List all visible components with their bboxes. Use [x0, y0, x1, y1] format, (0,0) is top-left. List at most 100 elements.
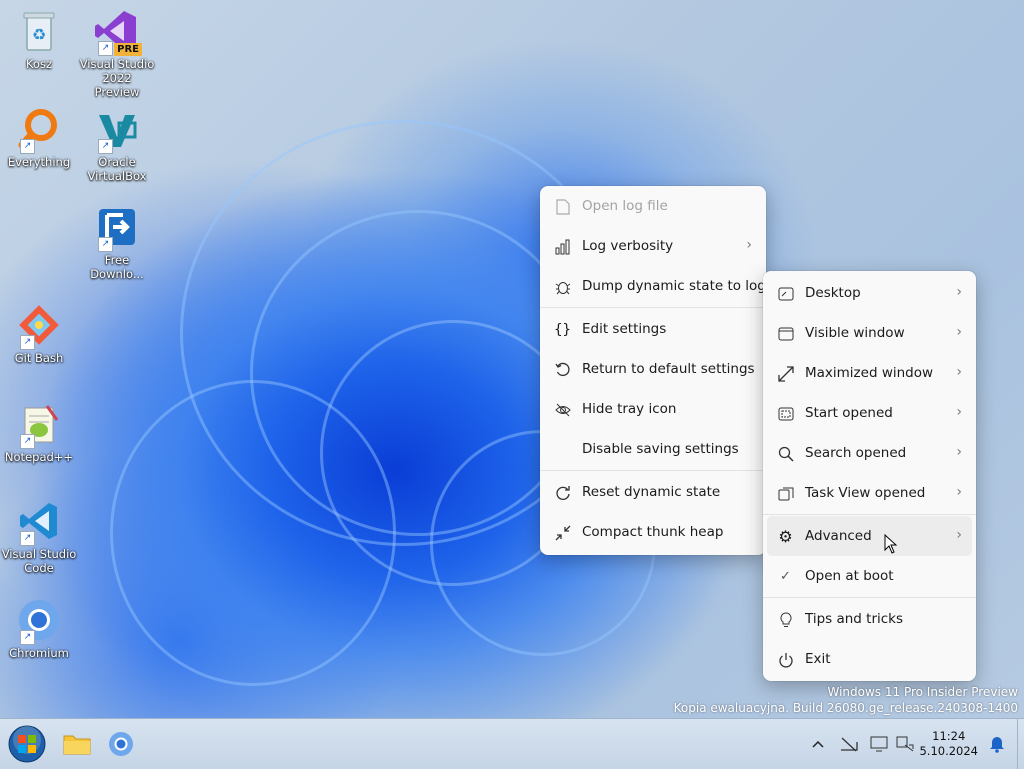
- git-bash-icon: ↗: [16, 302, 62, 350]
- everything-icon: ↗: [16, 106, 62, 154]
- desktop-icon-notepad-plus-plus[interactable]: ↗ Notepad++: [1, 401, 77, 464]
- window-icon: [777, 325, 794, 342]
- menu-item-desktop[interactable]: Desktop ›: [763, 273, 976, 313]
- monitor-icon: [870, 736, 888, 752]
- watermark-line-2: Kopia ewaluacyjna. Build 26080.ge_releas…: [673, 701, 1018, 715]
- menu-item-label: Exit: [805, 651, 831, 667]
- eye-off-icon: [554, 401, 571, 418]
- app-tray-icon[interactable]: [894, 719, 916, 769]
- task-view-icon: [777, 485, 794, 502]
- undo-icon: [554, 361, 571, 378]
- menu-item-exit[interactable]: Exit: [763, 639, 976, 679]
- tray-submenu: Desktop › Visible window › Maximized win…: [763, 271, 976, 681]
- checkmark-icon: ✓: [780, 569, 791, 584]
- menu-item-label: Advanced: [805, 528, 872, 544]
- chevron-right-icon: ›: [956, 484, 962, 500]
- menu-item-disable-saving-settings[interactable]: Disable saving settings: [540, 429, 766, 469]
- tray-context-menu: Open log file Log verbosity › Dump dynam…: [540, 186, 766, 555]
- menu-item-label: Search opened: [805, 445, 907, 461]
- menu-item-search-opened[interactable]: Search opened ›: [763, 433, 976, 473]
- menu-item-log-verbosity[interactable]: Log verbosity ›: [540, 226, 766, 266]
- menu-separator: [763, 597, 976, 598]
- clock-time: 11:24: [932, 729, 966, 743]
- menu-item-open-log-file[interactable]: Open log file: [540, 186, 766, 226]
- chevron-right-icon: ›: [956, 527, 962, 543]
- desktop-icon-vscode[interactable]: ↗ Visual Studio Code: [1, 498, 77, 575]
- bell-icon: [990, 737, 1004, 753]
- menu-item-label: Task View opened: [805, 485, 926, 501]
- menu-item-tips-and-tricks[interactable]: Tips and tricks: [763, 599, 976, 639]
- start-menu-icon: [777, 405, 794, 422]
- clock-date: 5.10.2024: [919, 744, 978, 758]
- start-button[interactable]: [6, 723, 48, 765]
- show-desktop-button[interactable]: [1017, 719, 1024, 769]
- desktop-icon-label: Oracle VirtualBox: [87, 155, 147, 183]
- menu-item-label: Hide tray icon: [582, 401, 677, 417]
- menu-item-compact-thunk-heap[interactable]: Compact thunk heap: [540, 512, 766, 552]
- menu-separator: [763, 514, 976, 515]
- network-disconnected-icon: [841, 737, 858, 752]
- desktop-icon-label: Git Bash: [14, 351, 64, 365]
- desktop-icon-label: Visual Studio 2022 Preview: [79, 57, 155, 99]
- windows-logo-icon: [8, 725, 46, 763]
- menu-item-label: Tips and tricks: [805, 611, 904, 627]
- menu-item-maximized-window[interactable]: Maximized window ›: [763, 353, 976, 393]
- show-hidden-icons-button[interactable]: [808, 719, 828, 769]
- free-download-manager-icon: ↗: [94, 204, 140, 252]
- menu-item-edit-settings[interactable]: {} Edit settings: [540, 309, 766, 349]
- visual-studio-icon: PRE ↗: [94, 8, 142, 56]
- taskbar-file-explorer[interactable]: [58, 725, 96, 763]
- menu-item-start-opened[interactable]: Start opened ›: [763, 393, 976, 433]
- menu-item-label: Visible window: [805, 325, 905, 341]
- menu-item-label: Open log file: [582, 198, 668, 214]
- chevron-up-icon: [812, 740, 824, 748]
- bar-chart-icon: [554, 238, 571, 255]
- desktop-icon-git-bash[interactable]: ↗ Git Bash: [1, 302, 77, 365]
- menu-item-label: Log verbosity: [582, 238, 674, 254]
- document-icon: [554, 198, 571, 215]
- desktop-icon-label: Everything: [7, 155, 71, 169]
- menu-item-label: Edit settings: [582, 321, 667, 337]
- notepad-plus-plus-icon: ↗: [16, 401, 62, 449]
- network-tray-icon[interactable]: [838, 719, 860, 769]
- menu-item-advanced[interactable]: ⚙ Advanced ›: [767, 516, 972, 556]
- desktop-icon-everything[interactable]: ↗ Everything: [1, 106, 77, 169]
- menu-item-task-view-opened[interactable]: Task View opened ›: [763, 473, 976, 513]
- menu-item-reset-dynamic-state[interactable]: Reset dynamic state: [540, 472, 766, 512]
- gear-icon: ⚙: [778, 527, 793, 546]
- desktop-icon-label: Visual Studio Code: [1, 547, 77, 575]
- menu-item-label: Compact thunk heap: [582, 524, 724, 540]
- desktop-icon-label: Kosz: [25, 57, 53, 71]
- desktop-icon-label: Notepad++: [4, 450, 74, 464]
- menu-item-return-to-default[interactable]: Return to default settings: [540, 349, 766, 389]
- menu-item-label: Start opened: [805, 405, 893, 421]
- desktop-icon-recycle-bin[interactable]: ♻ Kosz: [1, 8, 77, 71]
- menu-item-label: Desktop: [805, 285, 861, 301]
- menu-item-label: Maximized window: [805, 365, 934, 381]
- chromium-icon: [109, 732, 133, 756]
- menu-item-dump-dynamic-state[interactable]: Dump dynamic state to log: [540, 266, 766, 306]
- preview-badge: PRE: [114, 43, 142, 56]
- mouse-cursor-icon: [884, 534, 898, 554]
- menu-item-open-at-boot[interactable]: ✓ Open at boot: [763, 556, 976, 596]
- desktop-icon-virtualbox[interactable]: ↗ Oracle VirtualBox: [79, 106, 155, 183]
- compress-icon: [554, 524, 571, 541]
- bug-icon: [554, 278, 571, 295]
- search-icon: [777, 445, 794, 462]
- desktop-icon-visual-studio[interactable]: PRE ↗ Visual Studio 2022 Preview: [79, 8, 155, 99]
- watermark-line-1: Windows 11 Pro Insider Preview: [827, 685, 1018, 699]
- menu-item-hide-tray-icon[interactable]: Hide tray icon: [540, 389, 766, 429]
- desktop-icon-free-download-manager[interactable]: ↗ Free Downlo...: [79, 204, 155, 281]
- desktop-icon-chromium[interactable]: ↗ Chromium: [1, 597, 77, 660]
- menu-item-visible-window[interactable]: Visible window ›: [763, 313, 976, 353]
- display-tray-icon[interactable]: [868, 719, 890, 769]
- vscode-icon: ↗: [16, 498, 62, 546]
- chevron-right-icon: ›: [956, 324, 962, 340]
- taskbar-chromium[interactable]: [102, 725, 140, 763]
- notifications-button[interactable]: [986, 719, 1008, 769]
- chevron-right-icon: ›: [956, 404, 962, 420]
- desktop-icon: [777, 285, 794, 302]
- taskbar-clock[interactable]: 11:24 5.10.2024: [919, 729, 978, 759]
- chevron-right-icon: ›: [956, 444, 962, 460]
- menu-separator: [540, 307, 766, 308]
